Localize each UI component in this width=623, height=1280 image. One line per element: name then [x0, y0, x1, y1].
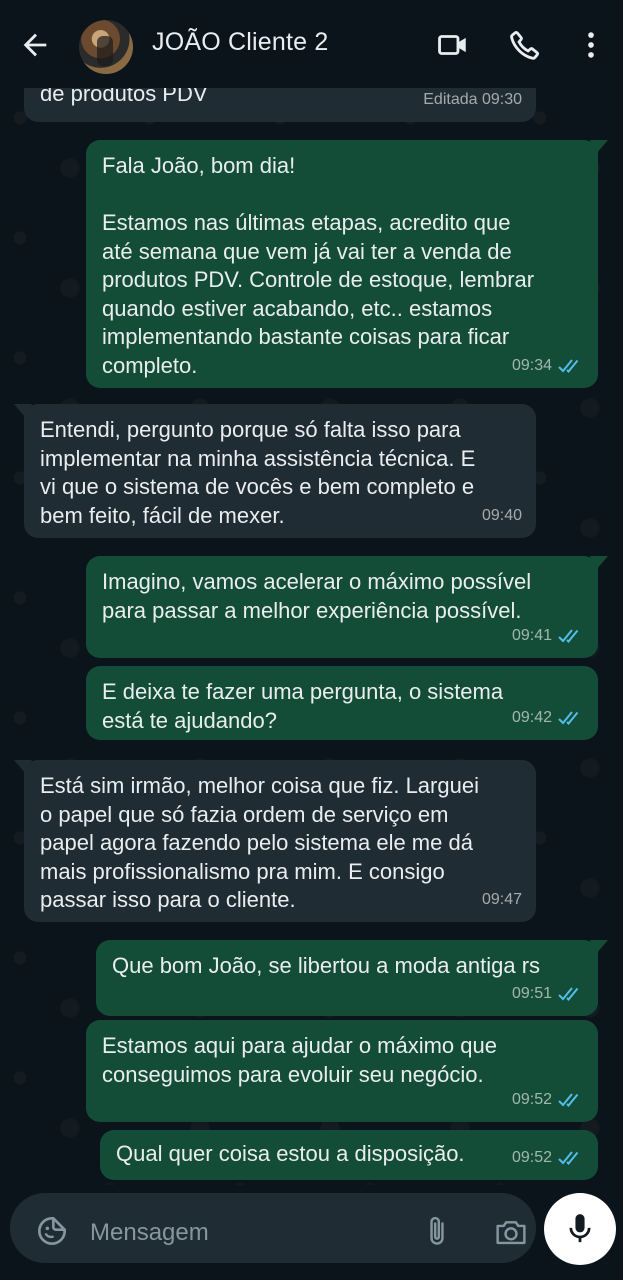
message-outgoing[interactable]: Qual quer coisa estou a disposição. 09:5… — [100, 1130, 598, 1180]
message-incoming[interactable]: de produtos PDV Editada 09:30 — [24, 88, 536, 122]
message-text: E deixa te fazer uma pergunta, o sistema… — [102, 679, 504, 733]
read-receipt-icon — [558, 1151, 579, 1165]
contact-name[interactable]: JOÃO Cliente 2 — [152, 28, 328, 57]
message-input[interactable]: Mensagem — [10, 1193, 536, 1263]
message-outgoing[interactable]: Fala João, bom dia! Estamos nas últimas … — [86, 140, 608, 388]
message-time: 09:42 — [511, 708, 552, 726]
bubble-tail-icon — [14, 760, 32, 774]
message-text: Entendi, pergunto porque só falta isso p… — [40, 417, 476, 528]
more-options-icon[interactable] — [574, 28, 608, 62]
read-receipt-icon — [558, 1093, 579, 1107]
message-placeholder: Mensagem — [90, 1219, 209, 1246]
emoji-sticker-icon[interactable] — [36, 1215, 68, 1247]
message-text: Fala João, bom dia! Estamos nas últimas … — [102, 153, 535, 378]
message-incoming[interactable]: Está sim irmão, melhor coisa que fiz. La… — [14, 760, 536, 922]
contact-avatar[interactable] — [79, 20, 133, 74]
message-time: 09:40 — [481, 506, 522, 524]
video-call-icon[interactable] — [436, 28, 470, 62]
read-receipt-icon — [558, 987, 579, 1001]
message-composer: Mensagem — [0, 1185, 623, 1280]
message-meta: 09:42 — [512, 704, 584, 733]
message-time: 09:52 — [511, 1090, 552, 1108]
attach-icon[interactable] — [422, 1215, 452, 1249]
message-time: 09:52 — [511, 1148, 552, 1166]
read-receipt-icon — [558, 711, 579, 725]
message-text: Imagino, vamos acelerar o máximo possíve… — [102, 569, 532, 623]
voice-call-icon[interactable] — [508, 28, 542, 62]
message-outgoing[interactable]: E deixa te fazer uma pergunta, o sistema… — [86, 666, 598, 740]
message-list[interactable]: de produtos PDV Editada 09:30 Fala João,… — [0, 88, 623, 1185]
bubble-tail-icon — [590, 940, 608, 954]
microphone-icon — [569, 1214, 591, 1243]
back-arrow-icon[interactable] — [18, 28, 52, 62]
message-meta: 09:52 — [512, 1086, 584, 1115]
bubble-tail-icon — [590, 556, 608, 570]
message-meta: 09:41 — [512, 622, 584, 651]
message-meta: Editada 09:30 — [423, 88, 522, 114]
read-receipt-icon — [558, 629, 579, 643]
chat-header: JOÃO Cliente 2 — [0, 0, 623, 88]
message-text: Que bom João, se libertou a moda antiga … — [112, 953, 541, 978]
message-outgoing[interactable]: Estamos aqui para ajudar o máximo que co… — [86, 1020, 598, 1122]
message-text: Estamos aqui para ajudar o máximo que co… — [102, 1033, 497, 1087]
message-outgoing[interactable]: Imagino, vamos acelerar o máximo possíve… — [86, 556, 608, 658]
message-meta: 09:51 — [512, 980, 584, 1009]
bubble-tail-icon — [590, 140, 608, 154]
message-meta: 09:34 — [512, 352, 584, 381]
message-incoming[interactable]: Entendi, pergunto porque só falta isso p… — [14, 404, 536, 538]
message-time: 09:41 — [511, 626, 552, 644]
message-time: 09:47 — [481, 890, 522, 908]
bubble-tail-icon — [14, 404, 32, 418]
message-meta: 09:52 — [512, 1144, 584, 1173]
message-text: Está sim irmão, melhor coisa que fiz. La… — [40, 773, 479, 912]
message-meta: 09:47 — [482, 886, 522, 915]
message-meta: 09:40 — [482, 502, 522, 531]
message-time: 09:34 — [511, 356, 552, 374]
message-time: 09:51 — [511, 984, 552, 1002]
voice-message-button[interactable] — [544, 1193, 616, 1265]
camera-icon[interactable] — [494, 1217, 528, 1247]
message-outgoing[interactable]: Que bom João, se libertou a moda antiga … — [96, 940, 608, 1016]
read-receipt-icon — [558, 359, 579, 373]
message-time: Editada 09:30 — [423, 90, 522, 108]
